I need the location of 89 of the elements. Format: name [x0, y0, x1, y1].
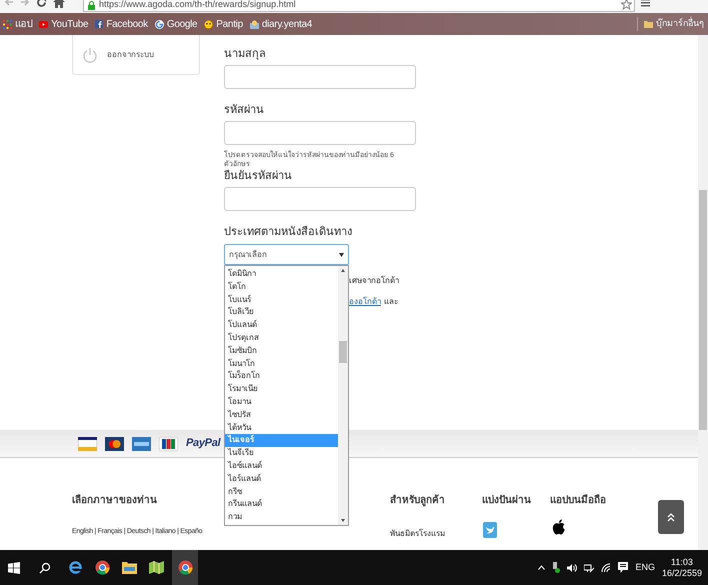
play-icon: [39, 20, 48, 28]
country-select[interactable]: กรุณาเลือก: [224, 244, 349, 265]
offer-text: เศษจากอโกด้า: [349, 275, 400, 287]
footer-link[interactable]: พันธมิตรโรงแรม: [390, 528, 445, 540]
bookmark[interactable]: diary.yenta4: [250, 16, 312, 32]
usb-icon[interactable]: [552, 562, 560, 573]
card-icon: [159, 436, 178, 450]
bird-icon[interactable]: [483, 522, 497, 538]
url-text: https://www.agoda.com/th-th/rewards/signup.html: [99, 0, 296, 10]
card-icon: [132, 436, 151, 450]
logout-link[interactable]: ออกจากระบบ: [107, 48, 154, 60]
card-icon: [78, 436, 97, 450]
dropdown-option[interactable]: โบลิเวีย: [225, 306, 338, 320]
notification-icon[interactable]: [618, 562, 628, 573]
footer-heading: แอปบนมือถือ: [550, 493, 606, 508]
dropdown-option[interactable]: ไอซ์แลนด์: [225, 460, 338, 473]
scrollbar-thumb[interactable]: [699, 190, 707, 430]
footer-heading: สำหรับลูกค้า: [390, 493, 445, 508]
bookmark[interactable]: Facebook: [95, 16, 148, 32]
chevron-up-icon[interactable]: [538, 565, 546, 570]
bookmark[interactable]: แอป: [3, 16, 32, 32]
dropdown-arrow-icon: [339, 252, 344, 256]
taskbar-app-button[interactable]: [172, 550, 198, 585]
field-label: รหัสผ่าน: [224, 103, 265, 117]
browser-e-icon[interactable]: [68, 560, 83, 575]
dropdown-option[interactable]: โอมาน: [225, 396, 338, 409]
conjunction-text: และ: [384, 296, 398, 308]
footer-heading: เลือกภาษาของท่าน: [72, 493, 157, 508]
dropdown-option[interactable]: กรีนแลนด์: [225, 498, 338, 512]
list-scrollbar[interactable]: [338, 266, 348, 525]
dropdown-option[interactable]: ไต้หวัน: [225, 422, 338, 434]
dropdown-option[interactable]: โมนาโก: [225, 358, 338, 370]
bookmark[interactable]: Google: [154, 16, 198, 32]
chrome-icon[interactable]: [95, 560, 110, 575]
other-bookmarks[interactable]: บุ๊กมาร์กอื่นๆ: [637, 17, 704, 31]
bookmark[interactable]: Pantip: [204, 16, 243, 32]
lock-icon: [88, 1, 95, 10]
site-icon: [250, 20, 259, 28]
google-icon: [154, 20, 164, 28]
dropdown-option[interactable]: โมร็อกโก: [225, 370, 338, 384]
page-scrollbar[interactable]: [698, 35, 708, 550]
scroll-up-icon: [341, 269, 345, 272]
clock[interactable]: 11:03 16/2/2559: [662, 556, 702, 578]
menu-icon[interactable]: [641, 0, 650, 7]
bookmark[interactable]: YouTube: [39, 16, 88, 32]
dropdown-option[interactable]: ไซปรัส: [225, 408, 338, 422]
dropdown-option[interactable]: โบแนร์: [225, 294, 338, 306]
scrollbar-thumb[interactable]: [339, 341, 347, 363]
dropdown-option[interactable]: โตโก: [225, 280, 338, 294]
speaker-icon[interactable]: [567, 562, 578, 572]
wifi-icon[interactable]: [601, 562, 612, 572]
address-bar[interactable]: https://www.agoda.com/th-th/rewards/signup.html: [83, 0, 635, 12]
search-icon[interactable]: [39, 562, 51, 574]
dropdown-option[interactable]: โปแลนด์: [225, 319, 338, 332]
field-label: นามสกุล: [224, 47, 267, 61]
reload-icon[interactable]: [36, 0, 47, 8]
folder-icon: [644, 20, 653, 28]
windows-icon[interactable]: [8, 562, 20, 574]
dropdown-option[interactable]: โรมาเนีย: [225, 383, 338, 396]
input-field[interactable]: [224, 65, 416, 89]
apple-icon[interactable]: [552, 519, 566, 536]
facebook-icon: [95, 20, 104, 28]
dropdown-option[interactable]: โมซัมบิก: [225, 344, 338, 358]
smiley-icon: [204, 20, 214, 28]
back-to-top-button[interactable]: [658, 500, 684, 534]
field-label: ประเทศตามหนังสือเดินทาง: [224, 225, 353, 239]
scroll-down-icon: [341, 519, 345, 522]
card-icon: [105, 436, 124, 450]
footer-heading: แบ่งปันผ่าน: [482, 494, 531, 508]
dropdown-option[interactable]: ไนจีเรีย: [225, 447, 338, 460]
dropdown-option[interactable]: โดมินิกา: [225, 268, 338, 281]
input-language[interactable]: ENG: [635, 560, 655, 574]
input-field[interactable]: [224, 121, 416, 145]
paypal-logo: PayPal: [186, 436, 220, 452]
terms-link[interactable]: องอโกด้า: [349, 296, 381, 308]
dropdown-option[interactable]: กรีซ: [225, 486, 338, 498]
star-icon[interactable]: [621, 0, 632, 10]
network-icon[interactable]: [584, 562, 594, 572]
field-label: ยืนยันรหัสผ่าน: [224, 169, 293, 183]
double-caret-icon: [667, 512, 675, 522]
dropdown-option[interactable]: โปรตุเกส: [225, 332, 338, 345]
home-icon[interactable]: [53, 0, 65, 8]
map-icon[interactable]: [149, 561, 164, 574]
dropdown-option[interactable]: กวม: [225, 511, 338, 524]
input-field[interactable]: [224, 187, 416, 211]
folder-icon[interactable]: [122, 561, 137, 574]
apps-icon: [3, 20, 12, 28]
dropdown-option[interactable]: ไอร์แลนด์: [225, 472, 338, 486]
chrome-icon: [178, 560, 192, 575]
